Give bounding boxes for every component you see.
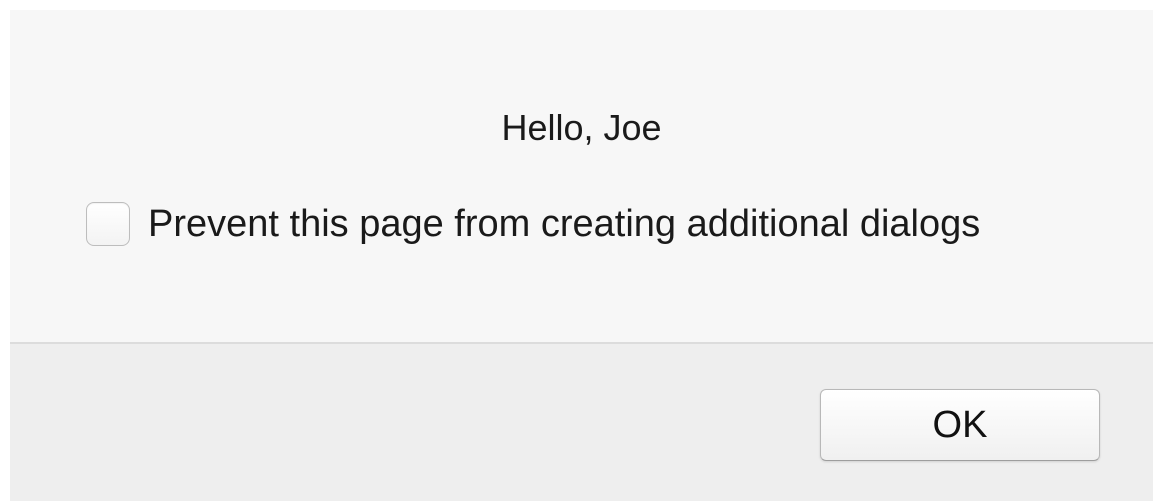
ok-button[interactable]: OK xyxy=(820,389,1100,461)
dialog-footer: OK xyxy=(10,344,1153,501)
prevent-dialogs-option[interactable]: Prevent this page from creating addition… xyxy=(86,196,980,252)
prevent-dialogs-label[interactable]: Prevent this page from creating addition… xyxy=(148,202,980,246)
alert-dialog: Hello, Joe Prevent this page from creati… xyxy=(10,10,1153,501)
dialog-message: Hello, Joe xyxy=(501,107,662,148)
prevent-dialogs-checkbox[interactable] xyxy=(86,202,130,246)
dialog-content: Hello, Joe Prevent this page from creati… xyxy=(10,10,1153,342)
